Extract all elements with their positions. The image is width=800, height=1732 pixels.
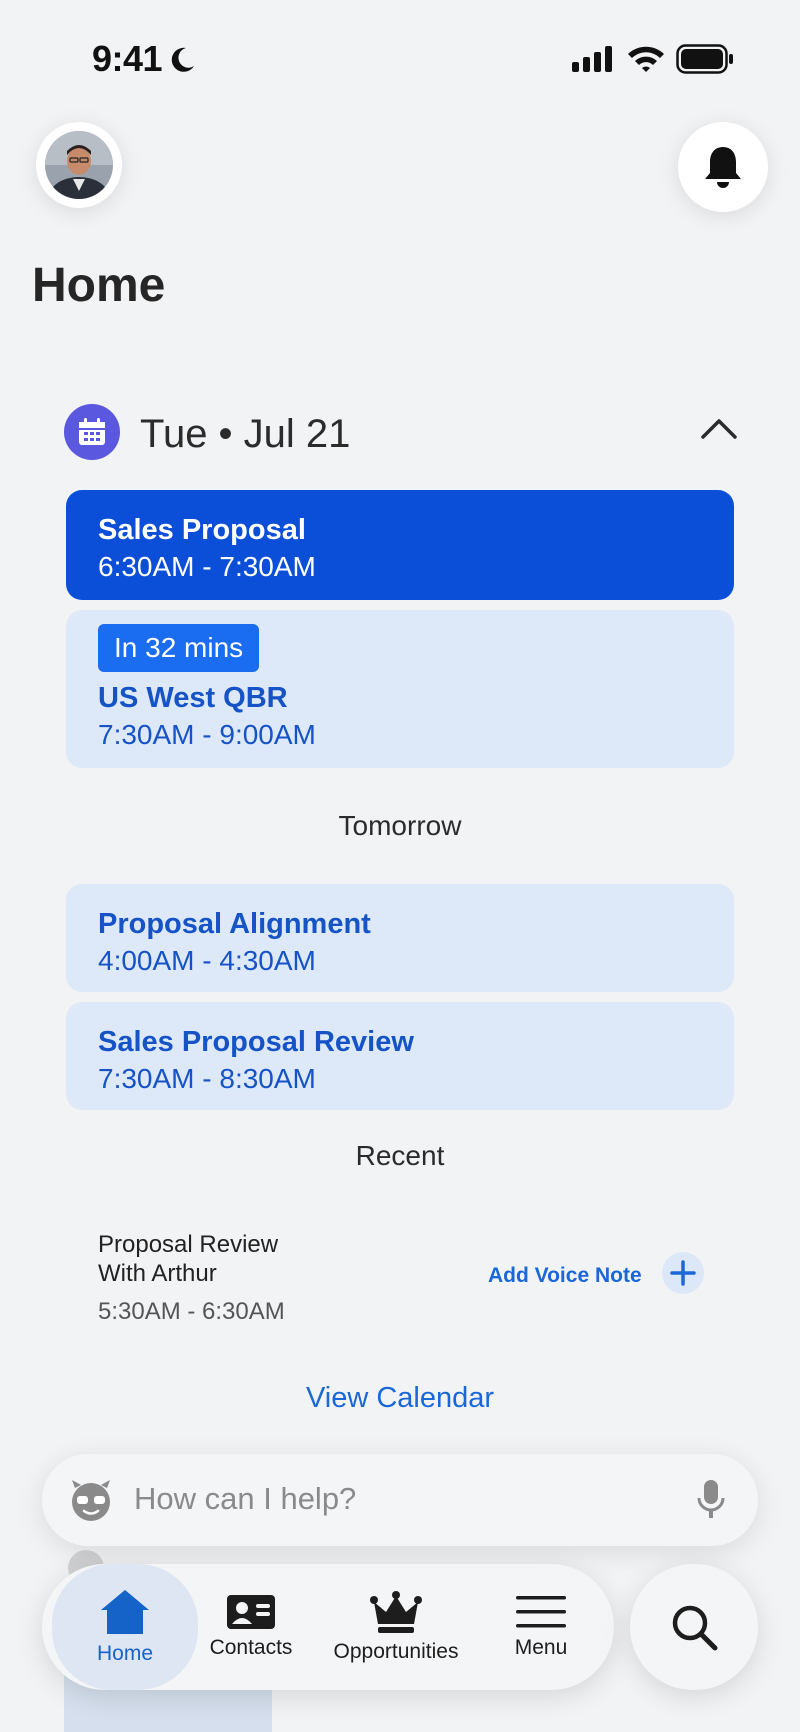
status-bar: 9:41 [0,0,800,120]
event-time: 4:00AM - 4:30AM [98,945,316,976]
calendar-icon [79,418,105,445]
event-time: 7:30AM - 9:00AM [98,719,316,750]
date-header: Tue • Jul 21 [64,404,744,464]
menu-icon [516,1596,566,1628]
assistant-bot-icon [72,1480,110,1521]
recent-item[interactable]: Proposal Review With Arthur 5:30AM - 6:3… [98,1230,718,1330]
tab-contacts[interactable]: Contacts [188,1564,314,1690]
battery-icon [676,44,733,74]
event-card-us-west-qbr[interactable]: In 32 mins US West QBR 7:30AM - 9:00AM [66,610,734,768]
tab-label: Menu [514,1636,568,1659]
date-label: Tue • Jul 21 [140,412,351,456]
wifi-icon [628,46,664,72]
event-time: 6:30AM - 7:30AM [98,551,316,582]
event-card-sales-proposal-review[interactable]: Sales Proposal Review 7:30AM - 8:30AM [66,1002,734,1110]
notifications-button[interactable] [678,122,768,212]
add-voice-note-link[interactable]: Add Voice Note [488,1264,642,1288]
view-calendar-link[interactable]: View Calendar [0,1382,800,1415]
event-card-proposal-alignment[interactable]: Proposal Alignment 4:00AM - 4:30AM [66,884,734,992]
search-button[interactable] [630,1564,758,1690]
recent-title-line1: Proposal Review [98,1231,279,1258]
bottom-tab-bar: Home Contacts Opportunities Menu [42,1564,614,1690]
plus-icon [670,1260,696,1286]
chevron-up-icon[interactable] [700,416,738,440]
tab-menu[interactable]: Menu [478,1564,604,1690]
assistant-input-bar[interactable]: How can I help? [42,1454,758,1546]
add-voice-note-button[interactable] [662,1252,704,1294]
starts-soon-badge: In 32 mins [98,624,260,672]
tab-label: Opportunities [333,1640,459,1663]
moon-icon [171,47,194,72]
tab-home[interactable]: Home [52,1564,198,1690]
recent-label: Recent [355,1140,445,1171]
assistant-placeholder: How can I help? [134,1481,357,1516]
status-time: 9:41 [92,38,163,79]
tab-opportunities[interactable]: Opportunities [314,1564,478,1690]
user-avatar[interactable] [36,122,122,208]
bell-icon [705,147,741,188]
search-icon [672,1605,718,1651]
event-title: Sales Proposal [98,514,306,546]
crown-icon [370,1591,422,1633]
tab-label: Contacts [209,1636,293,1659]
tab-label: Home [96,1642,154,1665]
calendar-badge [64,404,120,460]
page-title: Home [32,259,166,312]
event-title: Sales Proposal Review [98,1026,414,1058]
event-title: Proposal Alignment [98,908,371,940]
cellular-signal-icon [572,46,612,72]
home-icon [101,1590,149,1634]
event-time: 7:30AM - 8:30AM [98,1063,316,1094]
recent-time: 5:30AM - 6:30AM [98,1298,285,1325]
tomorrow-label: Tomorrow [338,810,462,841]
event-title: US West QBR [98,682,288,714]
microphone-icon[interactable] [696,1478,726,1520]
avatar-photo [45,131,113,199]
contact-card-icon [227,1595,275,1629]
event-card-sales-proposal[interactable]: Sales Proposal 6:30AM - 7:30AM [66,490,734,600]
